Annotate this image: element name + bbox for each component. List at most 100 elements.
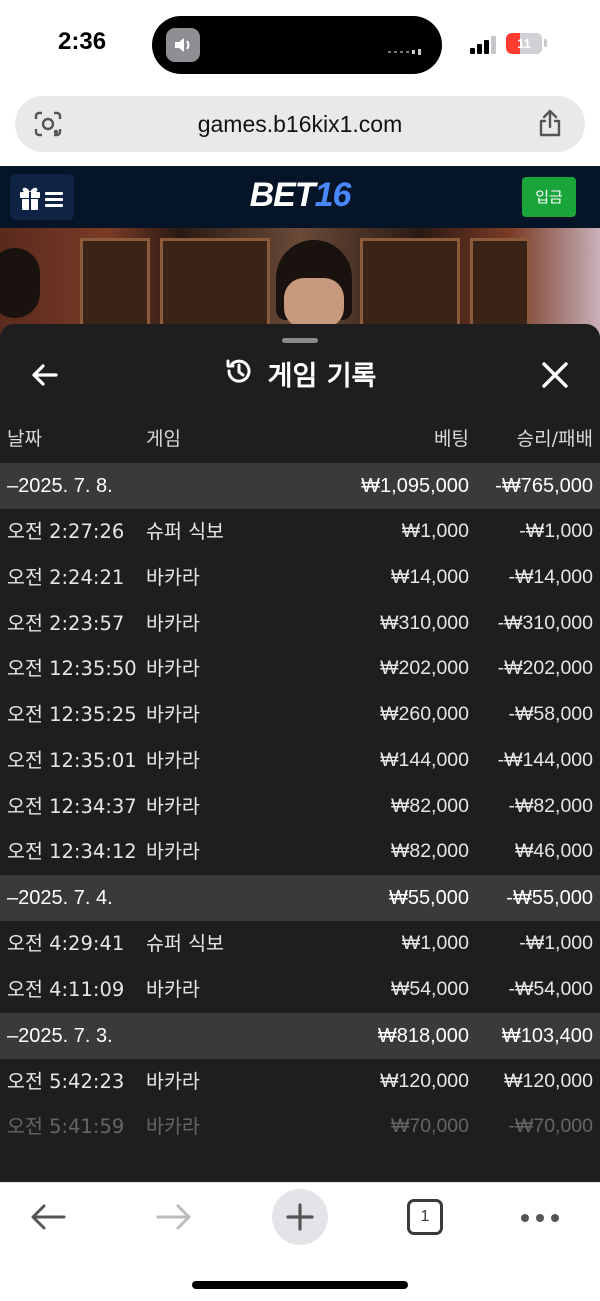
history-row: 오전 4:11:09 바카라 ₩54,000 -₩54,000 [0,967,600,1013]
row-time: 오전 4:11:09 [7,977,125,1001]
row-game: 바카라 [146,977,200,1001]
speaker-icon [166,28,200,62]
back-arrow-icon[interactable] [28,358,62,392]
row-time: 오전 12:34:37 [7,794,137,818]
history-row: 오전 12:35:01 바카라 ₩144,000 -₩144,000 [0,738,600,784]
column-header-bet: 베팅 [434,428,469,450]
row-bet-amount: ₩54,000 [390,977,469,1000]
row-bet-amount: ₩55,000 [388,887,469,909]
row-result-amount: -₩202,000 [497,657,593,680]
history-row: 오전 2:24:21 바카라 ₩14,000 -₩14,000 [0,555,600,601]
row-bet-amount: ₩818,000 [377,1024,469,1047]
date-group-row[interactable]: –2025. 7. 3. ₩818,000 ₩103,400 [0,1012,600,1059]
url-text[interactable]: games.b16kix1.com [15,96,585,152]
browser-toolbar: 1 [0,1182,600,1301]
row-bet-amount: ₩14,000 [390,565,469,588]
row-result-amount: -₩58,000 [508,703,593,725]
row-time: 오전 12:34:12 [7,840,137,864]
history-row: 오전 12:34:12 바카라 ₩82,000 ₩46,000 [0,829,600,875]
column-header-result: 승리/패배 [516,428,593,450]
row-result-amount: -₩310,000 [497,611,593,634]
tab-count-button[interactable]: 1 [407,1199,443,1235]
row-bet-amount: ₩310,000 [380,611,469,634]
site-logo[interactable]: BET16 [0,176,600,215]
row-game: 슈퍼 식보 [146,932,224,955]
row-game: 바카라 [146,657,200,681]
row-bet-amount: ₩82,000 [390,794,469,817]
row-bet-amount: ₩202,000 [380,657,469,680]
row-bet-amount: ₩82,000 [390,840,469,863]
row-game: 바카라 [146,565,200,589]
row-result-amount: -₩1,000 [519,520,593,542]
sheet-title: 게임 기록 [0,356,600,396]
history-row: 오전 2:27:26 슈퍼 식보 ₩1,000 -₩1,000 [0,509,600,555]
row-game: 바카라 [146,703,200,726]
row-time: 오전 5:41:59 [7,1115,125,1139]
live-video-stream[interactable] [0,228,600,338]
sheet-title-text: 게임 기록 [267,361,377,392]
row-result-amount: -₩1,000 [519,932,593,954]
status-time: 2:36 [58,28,107,55]
date-group-row[interactable]: –2025. 7. 8. ₩1,095,000 -₩765,000 [0,463,600,509]
row-bet-amount: ₩70,000 [390,1115,469,1138]
site-header: BET16 입금 [0,166,600,228]
new-tab-button[interactable] [272,1189,328,1245]
row-result-amount: -₩14,000 [508,565,593,588]
home-indicator[interactable] [192,1281,408,1289]
row-bet-amount: ₩1,095,000 [361,475,469,497]
browser-address-area: games.b16kix1.com [0,90,600,166]
row-time: 오전 2:23:57 [7,611,125,635]
row-result-amount: ₩46,000 [514,840,593,863]
battery-icon: 11 [506,33,542,54]
row-result-amount: -₩144,000 [497,748,593,771]
volume-level-icon [388,41,428,55]
date-group-row[interactable]: –2025. 7. 4. ₩55,000 -₩55,000 [0,875,600,921]
browser-forward-icon[interactable] [154,1201,194,1233]
row-game: 바카라 [146,840,200,864]
row-time: 오전 2:24:21 [7,565,125,589]
row-game: 바카라 [146,611,200,635]
row-game: 바카라 [146,1069,200,1093]
row-result-amount: ₩120,000 [504,1069,593,1092]
row-time: 오전 5:42:23 [7,1069,125,1093]
history-row: 오전 5:41:59 바카라 ₩70,000 -₩70,000 [0,1104,600,1150]
deposit-button[interactable]: 입금 [522,177,576,217]
date-label: –2025. 7. 3. [7,1024,113,1047]
logo-text-main: BET [249,176,316,214]
dynamic-island [152,16,442,74]
row-time: 오전 4:29:41 [7,932,125,955]
history-table: –2025. 7. 8. ₩1,095,000 -₩765,000 오전 2:27:2… [0,463,600,1150]
row-bet-amount: ₩1,000 [401,520,469,542]
battery-tip [544,39,547,47]
row-bet-amount: ₩144,000 [380,748,469,771]
column-header-date: 날짜 [7,428,42,450]
status-bar: 2:36 11 [0,0,600,90]
more-options-icon[interactable] [520,1213,560,1223]
row-result-amount: -₩55,000 [506,887,593,909]
date-label: –2025. 7. 4. [7,887,113,909]
date-label: –2025. 7. 8. [7,475,113,497]
row-result-amount: ₩103,400 [501,1024,593,1047]
sheet-drag-handle[interactable] [282,338,318,343]
row-game: 슈퍼 식보 [146,520,224,543]
history-row: 오전 12:35:25 바카라 ₩260,000 -₩58,000 [0,692,600,738]
row-time: 오전 2:27:26 [7,520,125,543]
row-game: 바카라 [146,1115,200,1139]
row-time: 오전 12:35:50 [7,657,137,681]
plus-icon [286,1203,314,1231]
address-bar[interactable]: games.b16kix1.com [15,96,585,152]
history-row: 오전 5:42:23 바카라 ₩120,000 ₩120,000 [0,1059,600,1105]
row-time: 오전 12:35:01 [7,748,137,772]
row-bet-amount: ₩260,000 [380,703,469,725]
logo-text-number: 16 [314,176,352,214]
close-icon[interactable] [538,358,572,392]
game-history-sheet: 게임 기록 날짜 게임 베팅 승리/패배 –2025. 7. 8. ₩1,095,… [0,324,600,1182]
history-row: 오전 4:29:41 슈퍼 식보 ₩1,000 -₩1,000 [0,921,600,967]
share-icon[interactable] [537,108,563,142]
row-game: 바카라 [146,748,200,772]
row-game: 바카라 [146,794,200,818]
browser-back-icon[interactable] [28,1201,68,1233]
history-icon [224,356,254,398]
row-bet-amount: ₩1,000 [401,932,469,954]
history-row: 오전 2:23:57 바카라 ₩310,000 -₩310,000 [0,601,600,647]
